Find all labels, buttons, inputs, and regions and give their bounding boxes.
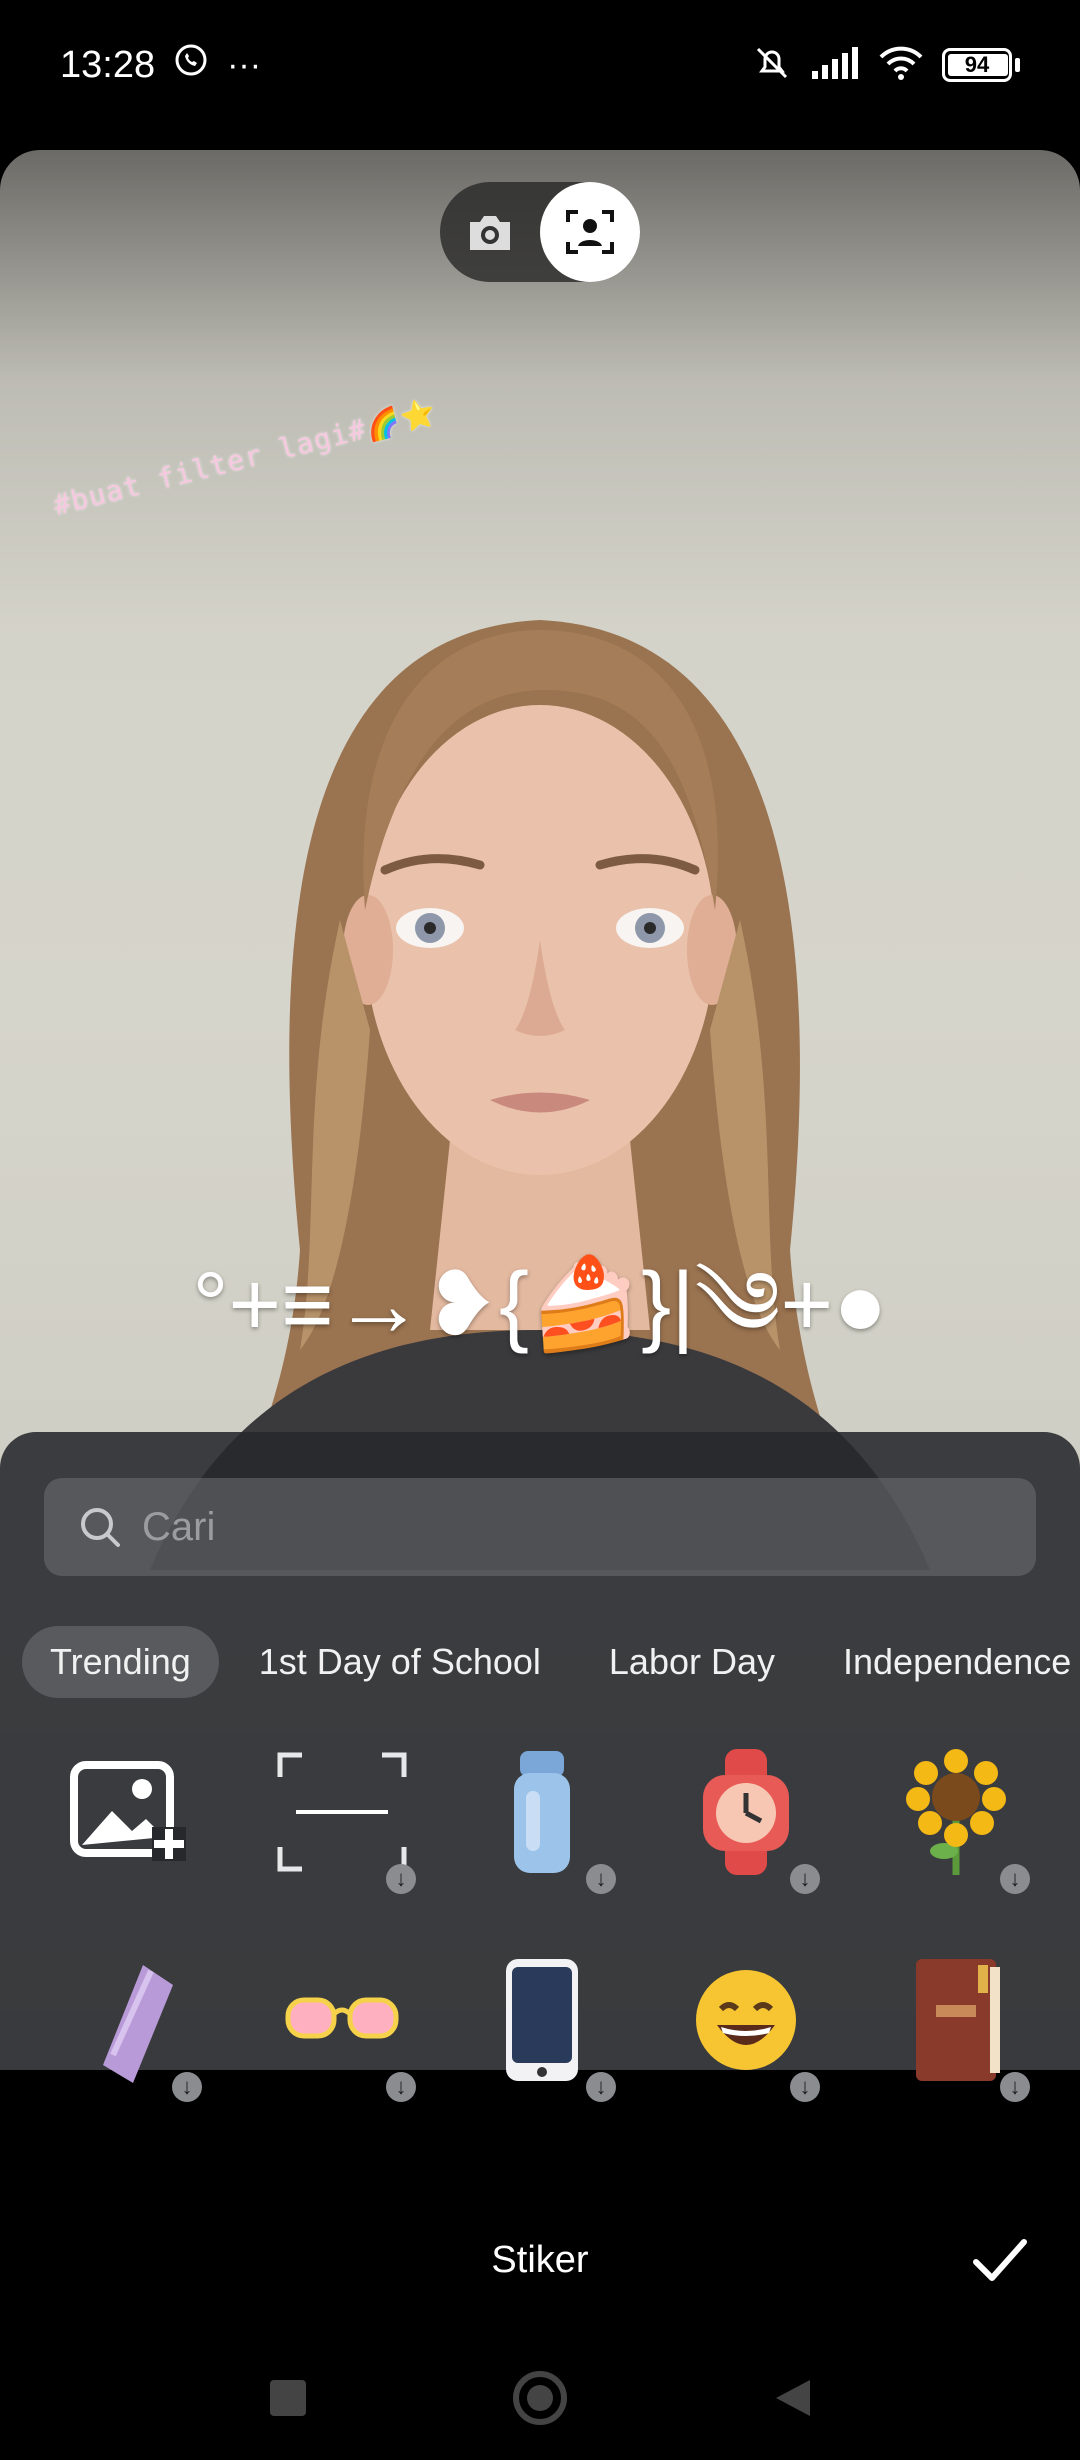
sunflower-sticker-icon: [906, 1749, 1006, 1875]
status-time: 13:28: [60, 43, 156, 86]
download-icon: ↓: [1000, 1864, 1030, 1894]
search-input[interactable]: Cari: [44, 1478, 1036, 1576]
back-button[interactable]: [770, 2376, 814, 2425]
recent-apps-button[interactable]: [266, 2376, 310, 2425]
camera-icon: [470, 216, 510, 250]
mute-bell-icon: [752, 43, 792, 88]
tab-independence[interactable]: Independence: [815, 1626, 1080, 1698]
category-tabs: Trending 1st Day of School Labor Day Ind…: [22, 1626, 1080, 1698]
face-frame-sticker[interactable]: ↓: [262, 1732, 422, 1894]
download-icon: ↓: [790, 2072, 820, 2102]
sunglasses-sticker[interactable]: ↓: [262, 1940, 422, 2102]
download-icon: ↓: [790, 1864, 820, 1894]
add-image-icon: [70, 1761, 186, 1861]
water-bottle-sticker-icon: [514, 1751, 570, 1873]
system-navigation-bar: [0, 2340, 1080, 2460]
watch-sticker-icon: [703, 1749, 789, 1875]
umbrella-sticker-icon: [103, 1965, 173, 2083]
tab-1st-day-of-school[interactable]: 1st Day of School: [231, 1626, 569, 1698]
book-sticker-icon: [916, 1959, 1000, 2081]
phone-sticker-icon: [506, 1959, 578, 2081]
circle-icon: [513, 2370, 567, 2425]
confirm-button[interactable]: [970, 2230, 1030, 2290]
status-bar: 13:28 ··· 94: [0, 0, 1080, 130]
download-icon: ↓: [1000, 2072, 1030, 2102]
grinning-face-sticker[interactable]: ↓: [666, 1940, 826, 2102]
search-placeholder: Cari: [142, 1504, 216, 1549]
square-icon: [270, 2379, 306, 2416]
water-bottle-sticker[interactable]: ↓: [462, 1732, 622, 1894]
face-scan-icon: [566, 210, 614, 254]
more-notifications-icon: ···: [227, 45, 262, 84]
watch-sticker[interactable]: ↓: [666, 1732, 826, 1894]
back-triangle-icon: [776, 2379, 810, 2416]
photo-mode-button[interactable]: [440, 182, 540, 282]
checkmark-icon: [973, 2239, 1027, 2281]
tab-trending[interactable]: Trending: [22, 1626, 219, 1698]
sticker-panel: Cari Trending 1st Day of School Labor Da…: [0, 1432, 1080, 2102]
umbrella-sticker[interactable]: ↓: [48, 1940, 208, 2102]
tab-labor-day[interactable]: Labor Day: [581, 1626, 803, 1698]
bottom-bar: Stiker: [0, 2200, 1080, 2320]
battery-level: 94: [964, 52, 990, 77]
add-image-sticker-button[interactable]: [48, 1732, 208, 1892]
battery-indicator: 94: [942, 48, 1020, 82]
phone-sticker[interactable]: ↓: [462, 1940, 622, 2102]
download-icon: ↓: [386, 1864, 416, 1894]
face-mode-button[interactable]: [540, 182, 640, 282]
sunglasses-sticker-icon: [285, 1997, 399, 2039]
camera-mode-switch[interactable]: [440, 182, 640, 282]
signal-icon: [810, 45, 860, 86]
download-icon: ↓: [586, 2072, 616, 2102]
grinning-face-sticker-icon: [696, 1970, 796, 2070]
book-sticker[interactable]: ↓: [876, 1940, 1036, 2102]
download-icon: ↓: [172, 2072, 202, 2102]
sunflower-sticker[interactable]: ↓: [876, 1732, 1036, 1894]
search-icon: [81, 1508, 120, 1547]
whatsapp-icon: [173, 42, 209, 88]
download-icon: ↓: [586, 1864, 616, 1894]
bottom-title: Stiker: [491, 2238, 589, 2281]
wifi-icon: [878, 45, 924, 86]
home-button[interactable]: [510, 2368, 570, 2433]
decorative-text-sticker[interactable]: °+≡→❥{🍰}|༄+●: [130, 1230, 950, 1430]
face-frame-sticker-icon: [277, 1752, 407, 1872]
download-icon: ↓: [386, 2072, 416, 2102]
